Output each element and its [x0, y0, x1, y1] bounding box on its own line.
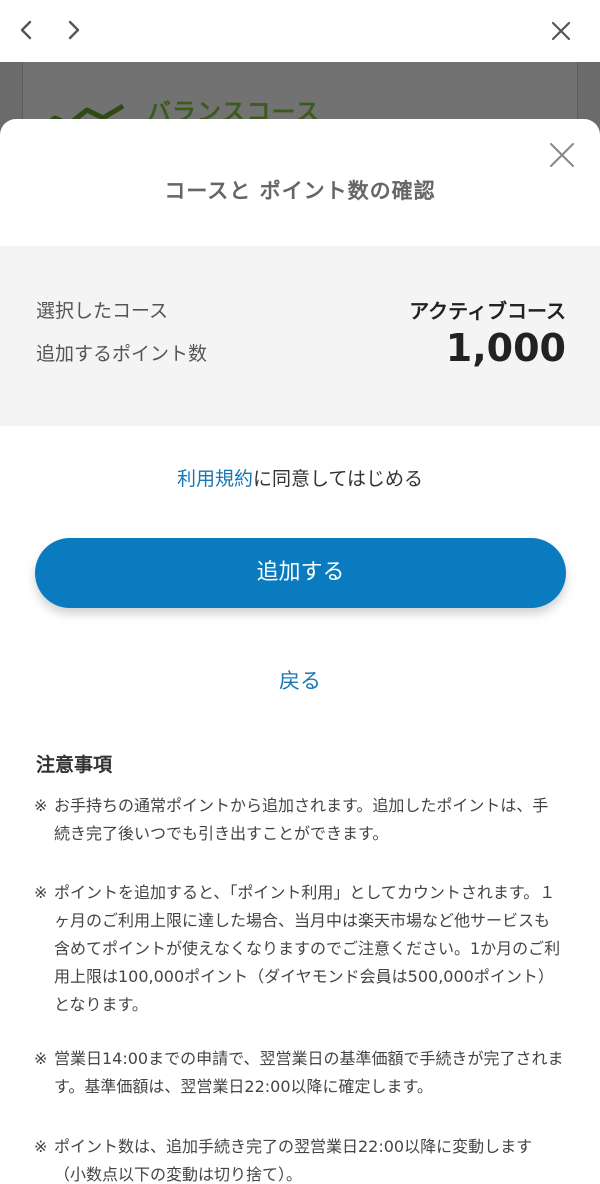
terms-suffix: に同意してはじめる	[252, 468, 424, 490]
confirmation-sheet: コースと ポイント数の確認 選択したコース アクティブコース 追加するポイント数…	[0, 119, 600, 1184]
add-button[interactable]: 追加する	[35, 538, 566, 608]
chevron-left-icon[interactable]	[14, 17, 40, 43]
note-text: ポイント数は、追加手続き完了の翌営業日22:00以降に変動します（小数点以下の変…	[54, 1137, 533, 1184]
note-mark: ※	[34, 1137, 48, 1156]
note-mark: ※	[34, 883, 48, 902]
note-mark: ※	[34, 1049, 48, 1068]
close-icon[interactable]	[550, 20, 572, 42]
chevron-right-icon[interactable]	[60, 17, 86, 43]
note-mark: ※	[34, 796, 48, 815]
note-text: 営業日14:00までの申請で、翌営業日の基準価額で手続きが完了されます。基準価額…	[54, 1049, 564, 1096]
close-icon[interactable]	[548, 141, 576, 169]
course-label: 選択したコース	[36, 300, 169, 322]
note-item: ※ ポイントを追加すると、「ポイント利用」としてカウントされます。１ヶ月のご利用…	[34, 879, 564, 1019]
points-value: 1,000	[445, 326, 566, 370]
points-label: 追加するポイント数	[36, 343, 208, 365]
note-text: お手持ちの通常ポイントから追加されます。追加したポイントは、手続き完了後いつでも…	[54, 796, 549, 843]
notes-heading: 注意事項	[36, 754, 113, 776]
browser-toolbar	[0, 0, 600, 62]
course-value: アクティブコース	[409, 299, 566, 323]
note-text: ポイントを追加すると、「ポイント利用」としてカウントされます。１ヶ月のご利用上限…	[54, 883, 561, 1014]
terms-agreement: 利用規約に同意してはじめる	[0, 464, 600, 491]
back-link[interactable]: 戻る	[0, 665, 600, 695]
note-item: ※ お手持ちの通常ポイントから追加されます。追加したポイントは、手続き完了後いつ…	[34, 792, 564, 848]
note-item: ※ ポイント数は、追加手続き完了の翌営業日22:00以降に変動します（小数点以下…	[34, 1133, 564, 1184]
terms-link[interactable]: 利用規約	[177, 468, 253, 490]
selection-summary: 選択したコース アクティブコース 追加するポイント数 1,000	[0, 246, 600, 426]
note-item: ※ 営業日14:00までの申請で、翌営業日の基準価額で手続きが完了されます。基準…	[34, 1045, 564, 1101]
dialog-title: コースと ポイント数の確認	[164, 179, 436, 203]
